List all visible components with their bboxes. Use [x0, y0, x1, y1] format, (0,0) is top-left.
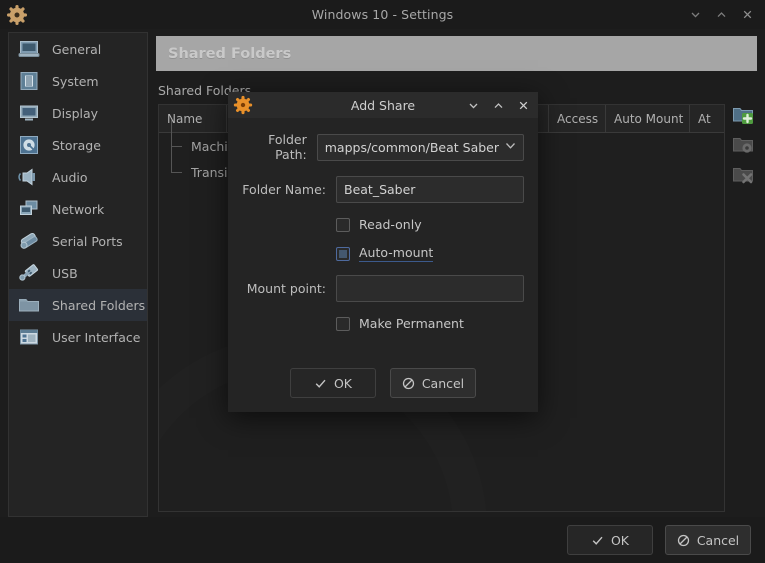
dialog-window-controls: [462, 92, 534, 118]
sidebar-item-label: Shared Folders: [52, 298, 145, 313]
sidebar-item-display[interactable]: Display: [9, 97, 147, 129]
sidebar-item-label: System: [52, 74, 99, 89]
mount-point-row: Mount point:: [242, 275, 524, 302]
column-header-name[interactable]: Name: [159, 105, 227, 132]
folder-path-combobox[interactable]: mapps/common/Beat Saber: [317, 134, 524, 161]
settings-sidebar: General System: [8, 32, 148, 517]
tree-branch-icon: [169, 159, 185, 185]
window-controls: [683, 0, 759, 29]
settings-window: Windows 10 - Settings General: [0, 0, 765, 563]
sidebar-item-label: Audio: [52, 170, 88, 185]
sidebar-item-label: Serial Ports: [52, 234, 123, 249]
dialog-titlebar: Add Share: [228, 92, 538, 118]
footer-ok-label: OK: [611, 533, 629, 548]
footer-cancel-button[interactable]: Cancel: [665, 525, 751, 555]
chevron-down-icon: [504, 139, 517, 155]
serial-port-icon: [18, 231, 40, 251]
footer-cancel-label: Cancel: [697, 533, 739, 548]
read-only-row: Read-only: [242, 217, 524, 232]
folder-name-row: Folder Name: Beat_Saber: [242, 176, 524, 203]
folder-name-input[interactable]: Beat_Saber: [336, 176, 524, 203]
dialog-cancel-button[interactable]: Cancel: [390, 368, 476, 398]
dialog-cancel-label: Cancel: [422, 376, 464, 391]
sidebar-item-serial-ports[interactable]: Serial Ports: [9, 225, 147, 257]
column-header-at[interactable]: At: [690, 105, 724, 132]
speaker-icon: [18, 167, 40, 187]
window-maximize-button[interactable]: [709, 3, 733, 27]
folder-edit-icon[interactable]: [732, 134, 754, 156]
sidebar-item-system[interactable]: System: [9, 65, 147, 97]
folder-remove-icon[interactable]: [732, 164, 754, 186]
gear-flower-icon: [6, 4, 28, 26]
read-only-checkbox[interactable]: [336, 218, 350, 232]
folder-path-row: Folder Path: mapps/common/Beat Saber: [242, 132, 524, 162]
shared-folders-toolbar: [730, 104, 756, 224]
dialog-actions: OK Cancel: [228, 368, 538, 398]
dialog-maximize-button[interactable]: [487, 94, 509, 116]
make-permanent-row: Make Permanent: [242, 316, 524, 331]
chip-system-icon: [18, 71, 40, 91]
window-minimize-button[interactable]: [683, 3, 707, 27]
dialog-ok-button[interactable]: OK: [290, 368, 376, 398]
page-header: Shared Folders: [156, 36, 757, 71]
folder-icon: [18, 295, 40, 315]
mount-point-input[interactable]: [336, 275, 524, 302]
dialog-body: Folder Path: mapps/common/Beat Saber Fol…: [228, 118, 538, 331]
dialog-ok-label: OK: [334, 376, 352, 391]
column-header-auto-mount[interactable]: Auto Mount: [606, 105, 690, 132]
page-title: Shared Folders: [168, 46, 291, 62]
column-header-access[interactable]: Access: [549, 105, 606, 132]
sidebar-item-storage[interactable]: Storage: [9, 129, 147, 161]
sidebar-item-label: Display: [52, 106, 98, 121]
sidebar-item-shared-folders[interactable]: Shared Folders: [9, 289, 147, 321]
auto-mount-checkbox[interactable]: [336, 247, 350, 261]
usb-icon: [18, 263, 40, 283]
folder-name-value: Beat_Saber: [344, 182, 415, 197]
dialog-minimize-button[interactable]: [462, 94, 484, 116]
sidebar-item-label: Storage: [52, 138, 101, 153]
sidebar-item-label: User Interface: [52, 330, 140, 345]
make-permanent-label[interactable]: Make Permanent: [359, 316, 464, 331]
window-close-button[interactable]: [735, 3, 759, 27]
add-share-dialog: Add Share Folder Path: mapps/common/Beat: [228, 92, 538, 412]
sidebar-item-label: General: [52, 42, 101, 57]
sidebar-item-audio[interactable]: Audio: [9, 161, 147, 193]
footer-ok-button[interactable]: OK: [567, 525, 653, 555]
sidebar-item-usb[interactable]: USB: [9, 257, 147, 289]
sidebar-item-general[interactable]: General: [9, 33, 147, 65]
folder-path-label: Folder Path:: [242, 132, 317, 162]
folder-name-label: Folder Name:: [242, 182, 336, 197]
sidebar-item-label: Network: [52, 202, 104, 217]
sidebar-item-label: USB: [52, 266, 78, 281]
folder-add-icon[interactable]: [732, 104, 754, 126]
sidebar-item-user-interface[interactable]: User Interface: [9, 321, 147, 353]
sidebar-item-network[interactable]: Network: [9, 193, 147, 225]
make-permanent-checkbox[interactable]: [336, 317, 350, 331]
mount-point-label: Mount point:: [242, 281, 336, 296]
auto-mount-label[interactable]: Auto-mount: [359, 245, 433, 262]
folder-path-value: mapps/common/Beat Saber: [325, 140, 499, 155]
auto-mount-row: Auto-mount: [242, 245, 524, 262]
dialog-close-button[interactable]: [512, 94, 534, 116]
monitor-general-icon: [18, 39, 40, 59]
gear-flower-icon: [233, 95, 253, 115]
dialog-footer: OK Cancel: [0, 517, 765, 563]
display-icon: [18, 103, 40, 123]
window-titlebar: Windows 10 - Settings: [0, 0, 765, 29]
network-icon: [18, 199, 40, 219]
user-interface-icon: [18, 327, 40, 347]
harddisk-icon: [18, 135, 40, 155]
window-title: Windows 10 - Settings: [0, 7, 765, 22]
read-only-label[interactable]: Read-only: [359, 217, 422, 232]
